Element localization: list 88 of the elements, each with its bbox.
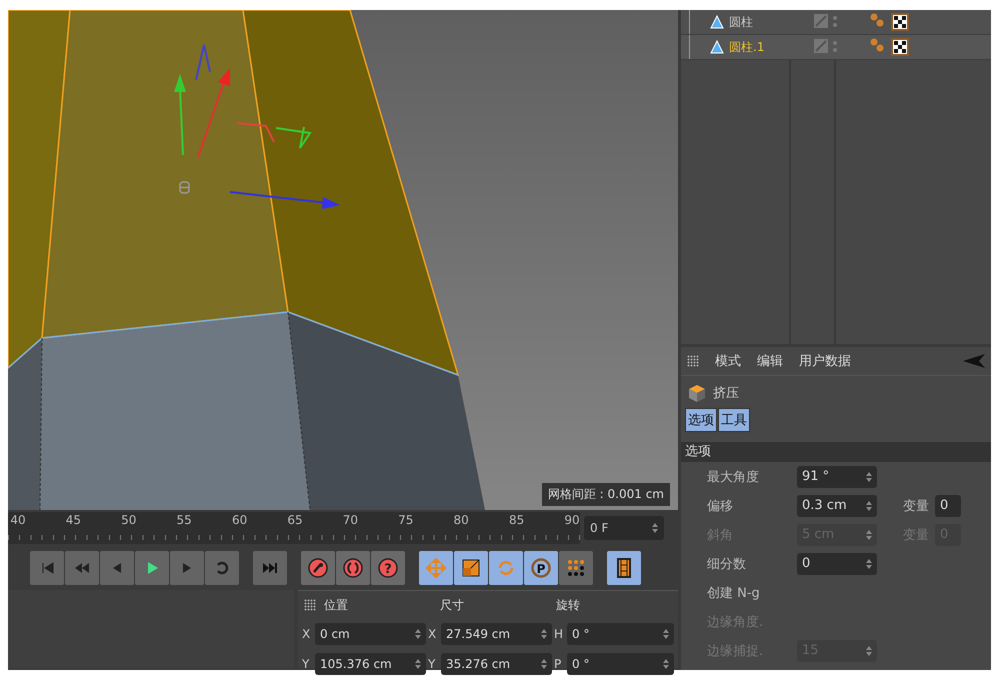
number-field[interactable]: 0.3 cm [797,494,877,516]
column-header: 位置 [324,596,349,614]
move-icon [426,558,446,578]
tick-label: 90 [564,513,580,527]
axis-label: X [302,627,312,641]
field-label: 变量 [903,498,929,514]
spinner-icon[interactable] [541,659,547,669]
menu-item[interactable]: 模式 [715,352,741,370]
coordinate-field[interactable]: 105.376 cm [315,653,426,675]
dots-grid-icon [566,558,586,578]
number-field[interactable]: 91 ° [797,466,877,488]
object-title: 挤压 [713,385,739,402]
number-field[interactable]: 0 [935,494,961,516]
film-button[interactable] [607,551,641,585]
last-button[interactable] [253,551,287,585]
checker-tag-icon[interactable] [891,38,909,56]
dots-button[interactable] [559,551,593,585]
tick-label: 70 [342,513,358,527]
brackets-icon [343,558,363,578]
tick-label: 80 [454,513,469,527]
param-button[interactable]: P [524,551,558,585]
object-name[interactable]: 圆柱.1 [729,38,799,56]
film-strip-icon [614,558,634,578]
first-button[interactable] [30,551,64,585]
frame-field[interactable]: 0 F [584,516,664,540]
object-name[interactable]: 圆柱 [729,14,799,30]
spinner-icon[interactable] [866,500,872,510]
spinner-icon[interactable] [415,629,421,639]
tick-label: 40 [10,513,26,527]
coordinate-field[interactable]: 0 ° [567,653,674,675]
prev-frame-button[interactable] [100,551,134,585]
timeline-ruler[interactable]: 40 45 50 55 60 65 70 75 80 85 90 [8,512,580,544]
tick-label: 55 [176,513,192,527]
scale-button[interactable] [454,551,488,585]
tick-label: 85 [508,513,524,527]
spinner-icon[interactable] [663,629,669,639]
cube-icon [687,383,707,403]
question-icon: ? [378,558,398,578]
tick-label: 60 [232,513,248,527]
tick-label: 45 [66,513,82,527]
spinner-icon[interactable] [663,659,669,669]
menu-item[interactable]: 用户数据 [799,352,851,370]
coordinate-field[interactable]: 35.276 cm [441,653,552,675]
field-label: 偏移 [707,498,734,514]
tick-label: 65 [287,513,303,527]
number-field[interactable]: 0 [797,552,877,574]
scale-icon [461,558,481,578]
axis-label: Y [302,657,310,671]
grip-icon[interactable] [687,355,699,367]
axis-label: H [554,627,564,641]
cone-object-icon [709,14,725,30]
axis-label: X [428,627,438,641]
key-record-button[interactable] [301,551,335,585]
tick-label: 75 [398,513,414,527]
rotate-icon [496,558,516,578]
loop-button[interactable] [205,551,239,585]
coordinate-field[interactable]: 0 cm [315,623,426,645]
key-icon [308,558,328,578]
cone-object-icon [709,39,725,55]
coordinate-field[interactable]: 27.549 cm [441,623,552,645]
next-frame-button[interactable] [170,551,204,585]
tab[interactable]: 工具 [718,408,750,432]
grid-spacing-label: 网格间距 : 0.001 cm [542,483,670,506]
key-help-button[interactable]: ? [371,551,405,585]
p-letter-icon: P [531,558,551,578]
axis-label: Y [428,657,436,671]
play-button[interactable] [135,551,169,585]
axis-gizmo-drawing[interactable] [174,44,340,209]
column-header: 尺寸 [440,596,465,614]
tab[interactable]: 选项 [685,408,717,432]
spinner-icon[interactable] [866,472,872,482]
section-header[interactable]: 选项 [681,442,991,462]
spinner-icon[interactable] [652,523,658,533]
spinner-icon[interactable] [866,558,872,568]
field-label: 创建 N-g [707,584,761,602]
axis-label: P [554,657,562,671]
column-header: 旋转 [556,596,581,614]
field-label: 最大角度 [707,468,760,486]
auto-key-button[interactable] [336,551,370,585]
field-label: 细分数 [707,556,747,572]
prev-key-button[interactable] [65,551,99,585]
checker-tag-icon[interactable] [891,13,909,31]
coordinate-field[interactable]: 0 ° [567,623,674,645]
menu-item[interactable]: 编辑 [757,352,783,370]
spinner-icon[interactable] [415,659,421,669]
grip-icon[interactable] [304,599,316,611]
spinner-icon[interactable] [541,629,547,639]
tick-label: 50 [121,513,136,527]
